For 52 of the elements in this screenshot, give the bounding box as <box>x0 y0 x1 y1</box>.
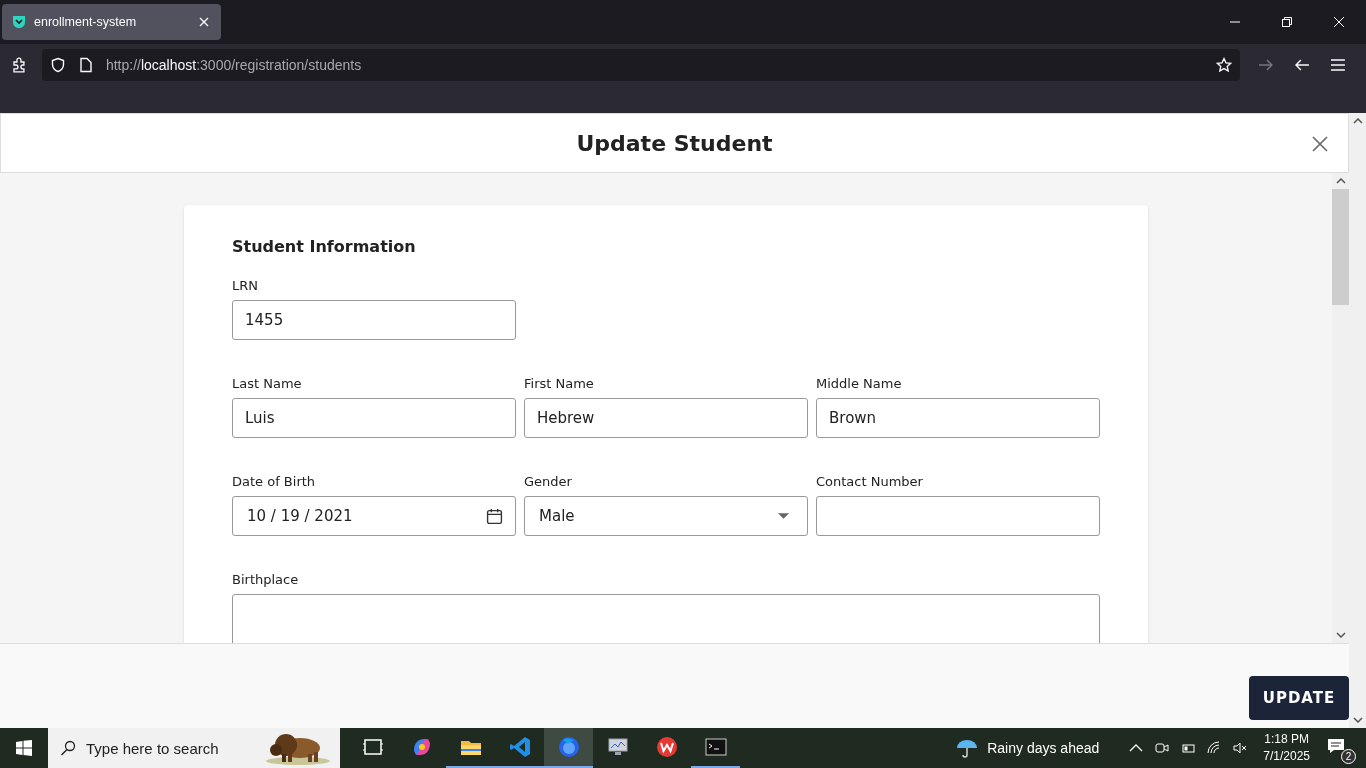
search-input[interactable]: Type here to search <box>84 738 254 758</box>
text-field[interactable]: Luis <box>232 398 516 438</box>
date-field[interactable]: 10 / 19 / 2021 <box>232 496 516 536</box>
taskbar-search-field[interactable]: Type here to search <box>48 728 340 768</box>
windows-start-icon[interactable] <box>16 740 32 756</box>
text-area[interactable] <box>232 594 1100 643</box>
clock[interactable]: 1:18 PM 7/1/2025 <box>1263 731 1310 765</box>
update-button[interactable]: UPDATE <box>1249 676 1349 720</box>
scroll-up-icon[interactable] <box>1335 178 1346 184</box>
close-tab-icon[interactable] <box>197 15 211 29</box>
shield-icon <box>12 15 26 29</box>
field-label: First Name <box>524 376 595 392</box>
notification-count: 2 <box>1341 749 1356 764</box>
text-field[interactable]: 1455 <box>232 300 516 340</box>
section-title: Student Information <box>232 237 417 256</box>
notification-icon[interactable] <box>1326 736 1346 756</box>
text-field[interactable] <box>816 496 1100 536</box>
text-field[interactable]: Brown <box>816 398 1100 438</box>
scrollbar[interactable] <box>1349 113 1366 728</box>
scrollbar[interactable] <box>1332 173 1349 643</box>
url-text: http://localhost:3000/registration/students <box>105 57 362 73</box>
menu-icon[interactable] <box>1330 57 1346 73</box>
shield-icon <box>49 57 66 73</box>
scroll-down-icon[interactable] <box>1335 632 1346 638</box>
field-label: Contact Number <box>816 474 924 490</box>
browser-tab[interactable]: enrollment-system <box>2 4 221 40</box>
search-icon <box>60 740 76 756</box>
scroll-thumb[interactable] <box>1332 189 1349 305</box>
field-label: LRN <box>232 278 259 294</box>
muted-speaker-icon[interactable] <box>1232 740 1249 756</box>
page-icon <box>77 57 94 73</box>
browser-icon[interactable] <box>544 728 593 768</box>
dropdown[interactable]: Male <box>524 496 808 536</box>
restore-icon[interactable] <box>1281 16 1293 28</box>
text-field[interactable]: Hebrew <box>524 398 808 438</box>
field-label: Last Name <box>232 376 303 392</box>
field-label: Gender <box>524 474 573 490</box>
address-bar[interactable]: http://localhost:3000/registration/students <box>41 49 1241 81</box>
weather-text[interactable]: Rainy days ahead <box>987 740 1100 756</box>
field-label: Date of Birth <box>232 474 317 490</box>
caret-icon <box>778 513 789 519</box>
camera-icon[interactable] <box>1154 740 1171 756</box>
calendar-icon[interactable] <box>486 507 503 525</box>
scroll-up-icon[interactable] <box>1352 118 1363 124</box>
puzzle-icon[interactable] <box>12 57 28 73</box>
back-icon[interactable] <box>1294 57 1311 73</box>
forward-icon[interactable] <box>1258 57 1275 73</box>
field-label: Middle Name <box>816 376 903 392</box>
scroll-down-icon[interactable] <box>1352 717 1363 723</box>
star-icon[interactable] <box>1216 57 1233 73</box>
dialog-title: Update Student <box>576 130 773 156</box>
field-label: Birthplace <box>232 572 300 588</box>
